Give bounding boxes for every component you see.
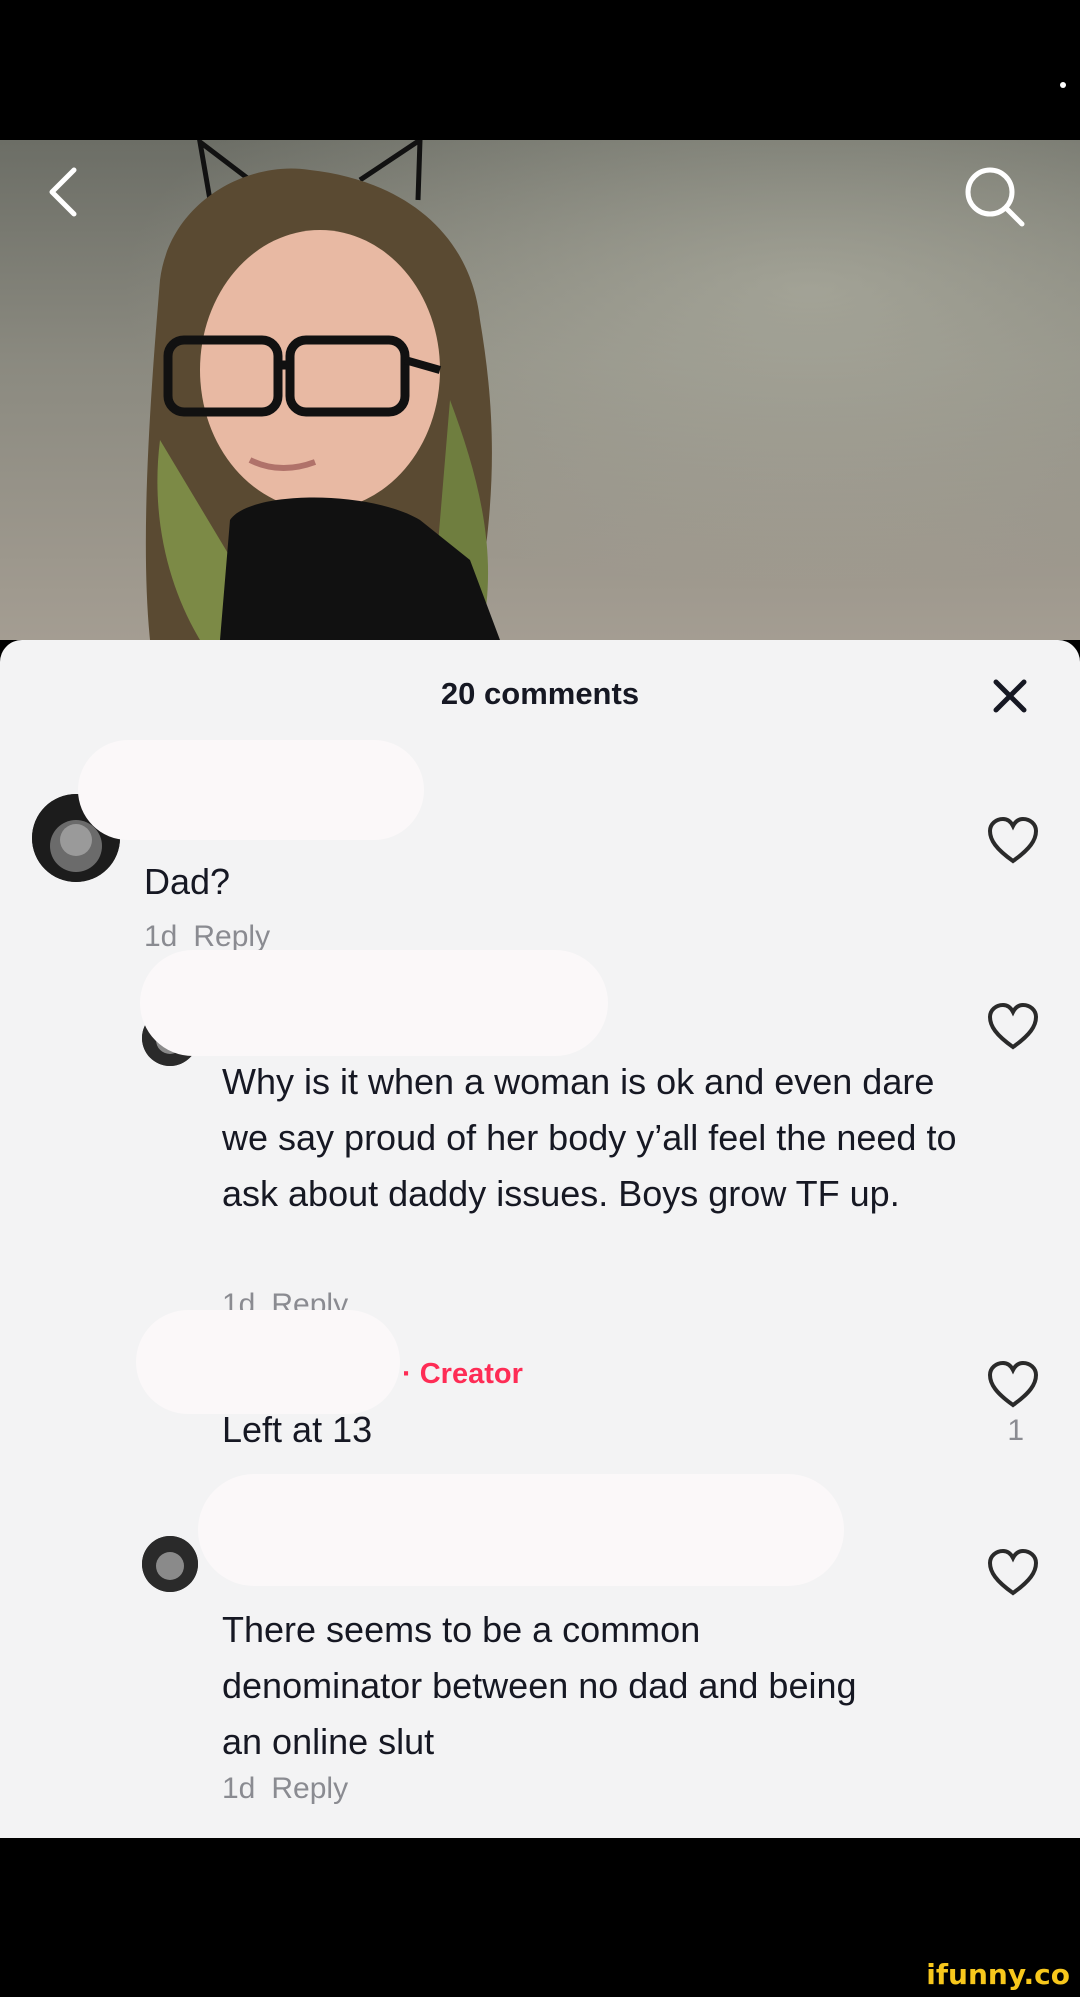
redacted-username (140, 950, 608, 1056)
reply-button[interactable]: Reply (193, 920, 270, 953)
comments-sheet: 20 comments Dad? 1d Reply Why is it when … (0, 640, 1080, 1838)
video-preview[interactable] (0, 140, 1080, 640)
comment-text: There seems to be a common denominator b… (222, 1609, 857, 1762)
heart-icon[interactable] (986, 1548, 1040, 1598)
chevron-left-icon[interactable] (40, 162, 90, 222)
comment-time: 1d (144, 920, 178, 953)
redacted-username (136, 1310, 400, 1414)
comment-text: Left at 13 (222, 1409, 373, 1450)
close-icon[interactable] (988, 674, 1032, 718)
like-count: 1 (1007, 1414, 1024, 1447)
heart-icon[interactable] (986, 1002, 1040, 1052)
comment-meta: 1d Reply (144, 920, 270, 954)
status-dot (1060, 82, 1066, 88)
search-icon[interactable] (960, 162, 1030, 232)
heart-icon[interactable] (986, 1360, 1040, 1410)
reply-button[interactable]: Reply (271, 1772, 348, 1805)
video-person-illustration (145, 140, 500, 640)
comment-text: Dad? (144, 861, 231, 902)
avatar[interactable] (142, 1536, 198, 1592)
comment-time: 1d (222, 1772, 256, 1805)
bottom-bar: ifunny.co (0, 1838, 1080, 1997)
watermark: ifunny.co (926, 1958, 1070, 1991)
comment-text: Why is it when a woman is ok and even da… (222, 1061, 957, 1214)
creator-badge: · Creator (402, 1358, 523, 1390)
status-bar (0, 0, 1080, 140)
redacted-username (78, 740, 424, 840)
comments-count-title: 20 comments (440, 676, 640, 711)
heart-icon[interactable] (986, 816, 1040, 866)
comment-meta: 1d Reply (222, 1772, 348, 1806)
redacted-username (198, 1474, 844, 1586)
